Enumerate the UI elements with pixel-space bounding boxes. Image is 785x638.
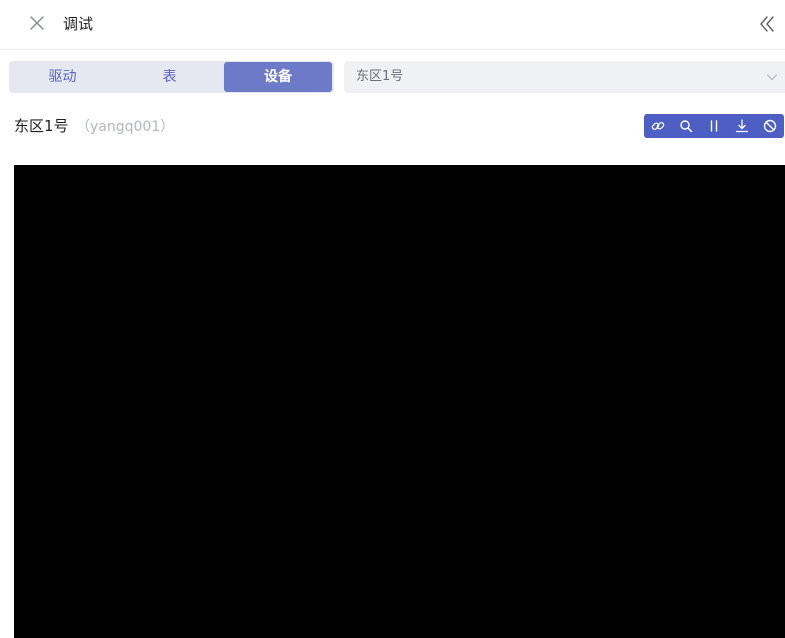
- download-button[interactable]: [732, 116, 752, 136]
- chevron-down-icon: [766, 74, 778, 81]
- video-player[interactable]: [14, 165, 785, 638]
- panel-title: 调试: [63, 15, 94, 33]
- disable-icon: [763, 119, 777, 133]
- panel-header: 调试: [0, 0, 785, 50]
- device-select[interactable]: 东区1号: [344, 61, 785, 93]
- device-select-value: 东区1号: [356, 69, 404, 84]
- search-button[interactable]: [676, 116, 696, 136]
- mode-tabs: 驱动 表 设备: [9, 61, 334, 93]
- collapse-button[interactable]: [757, 14, 777, 34]
- link-button[interactable]: [648, 116, 668, 136]
- tab-table[interactable]: 表: [116, 61, 223, 93]
- device-name: 东区1号: [14, 117, 69, 135]
- video-toolbar: [644, 114, 784, 138]
- download-icon: [735, 119, 749, 133]
- close-button[interactable]: [27, 13, 47, 33]
- tab-driver[interactable]: 驱动: [9, 61, 116, 93]
- pause-button[interactable]: [704, 116, 724, 136]
- search-icon: [680, 120, 693, 133]
- double-chevron-left-icon: [760, 16, 774, 32]
- link-icon: [651, 121, 665, 131]
- tab-device[interactable]: 设备: [224, 62, 332, 92]
- pause-icon: [710, 120, 718, 132]
- device-id: （yangq001）: [76, 119, 175, 135]
- close-icon: [30, 16, 44, 30]
- disable-button[interactable]: [760, 116, 780, 136]
